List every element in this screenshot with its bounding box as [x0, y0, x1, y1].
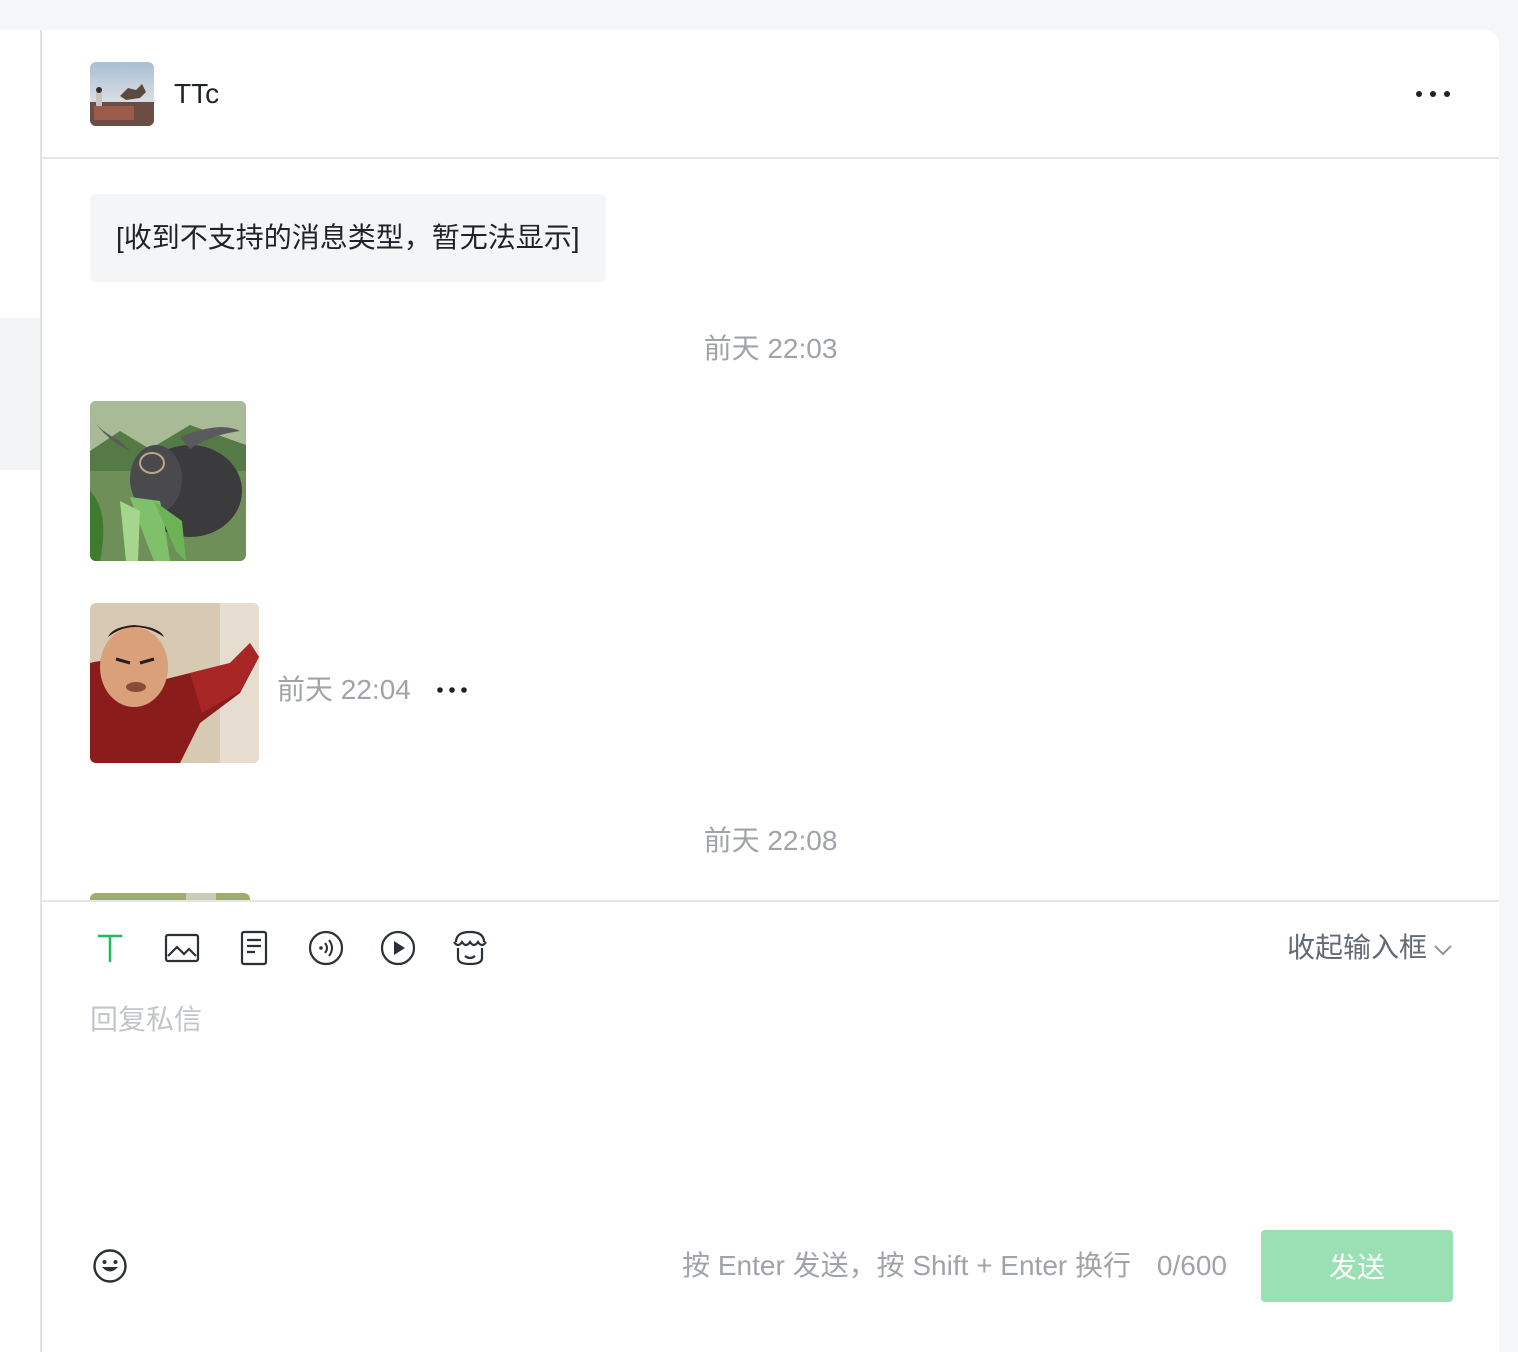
chat-panel: TTc [收到不支持的消息类型，暂无法显示] 前天 22:03 前天 22:04… — [40, 30, 1499, 1352]
avatar[interactable] — [90, 62, 154, 126]
text-icon[interactable] — [90, 928, 130, 968]
conversation-list-edge — [0, 30, 40, 1352]
chat-header: TTc — [42, 30, 1499, 159]
collapse-input-button[interactable]: 收起输入框 — [1287, 930, 1453, 966]
video-icon[interactable] — [378, 928, 418, 968]
more-horizontal-icon[interactable] — [1413, 76, 1453, 112]
selected-conversation-edge[interactable] — [0, 318, 40, 470]
image-icon[interactable] — [162, 928, 202, 968]
message-composer: 收起输入框 按 Enter 发送，按 Shift + Enter 换行 0/60… — [42, 900, 1499, 1352]
audio-icon[interactable] — [306, 928, 346, 968]
timestamp-divider: 前天 22:03 — [703, 333, 838, 364]
message-bubble-unsupported[interactable]: [收到不支持的消息类型，暂无法显示] — [90, 194, 606, 282]
message-timestamp: 前天 22:04 — [277, 674, 411, 705]
send-button[interactable]: 发送 — [1261, 1230, 1453, 1302]
image-message-buffalo[interactable] — [90, 401, 246, 561]
send-hint: 按 Enter 发送，按 Shift + Enter 换行 — [682, 1250, 1131, 1281]
image-message-meme[interactable] — [90, 603, 259, 763]
char-counter: 0/600 — [1156, 1250, 1227, 1281]
chevron-down-icon — [1434, 944, 1452, 956]
contact-name: TTc — [174, 78, 220, 109]
reply-input[interactable] — [90, 998, 1450, 1198]
message-list[interactable]: [收到不支持的消息类型，暂无法显示] 前天 22:03 前天 22:04 前天 … — [42, 161, 1499, 901]
emoji-icon[interactable] — [92, 1248, 128, 1284]
collapse-input-label: 收起输入框 — [1286, 932, 1427, 963]
timestamp-divider: 前天 22:08 — [703, 825, 838, 856]
shop-icon[interactable] — [450, 928, 490, 968]
message-more-icon[interactable] — [432, 675, 472, 705]
file-icon[interactable] — [234, 928, 274, 968]
